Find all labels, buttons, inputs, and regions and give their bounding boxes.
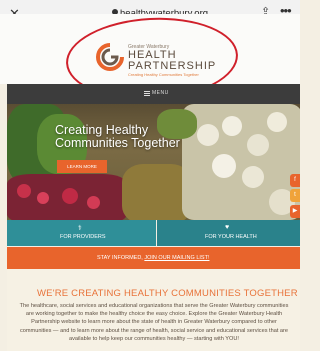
mailing-list-banner: STAY INFORMED, JOIN OUR MAILING LIST! — [7, 247, 300, 269]
youtube-glyph: ▶ — [292, 208, 298, 214]
section-paragraph: The healthcare, social services and educ… — [19, 303, 289, 342]
tab-for-your-health[interactable]: ♥ FOR YOUR HEALTH — [157, 220, 300, 246]
vegetable-decoration — [247, 134, 269, 156]
vegetable-decoration — [212, 154, 236, 178]
heart-icon: ♥ — [225, 224, 230, 231]
learn-more-button[interactable]: LEARN MORE — [57, 160, 107, 173]
menu-label[interactable]: MENU — [152, 90, 169, 96]
facebook-icon[interactable]: f — [290, 174, 300, 187]
vegetable-decoration — [62, 188, 78, 204]
youtube-icon[interactable]: ▶ — [290, 205, 300, 218]
menu-bar[interactable]: MENU — [7, 84, 300, 104]
intro-section: WE'RE CREATING HEALTHY COMMUNITIES TOGET… — [7, 269, 300, 351]
vegetable-decoration — [17, 184, 31, 198]
vegetable-decoration — [37, 192, 49, 204]
twitter-glyph: t — [294, 192, 296, 198]
mailing-list-link[interactable]: JOIN OUR MAILING LIST! — [144, 255, 209, 261]
hamburger-icon[interactable] — [144, 91, 150, 96]
vegetable-decoration — [222, 116, 242, 136]
vegetable-decoration — [197, 124, 219, 146]
hero-title: Creating Healthy Communities Together — [55, 124, 180, 150]
facebook-glyph: f — [294, 177, 296, 183]
mailing-list-text: STAY INFORMED, JOIN OUR MAILING LIST! — [97, 255, 209, 261]
hero-title-line-2: Communities Together — [55, 136, 180, 150]
twitter-icon[interactable]: t — [290, 189, 300, 202]
stethoscope-icon: ⚕ — [78, 225, 82, 232]
vegetable-decoration — [267, 112, 287, 132]
site-header: Greater Waterbury HEALTH PARTNERSHIP Cre… — [0, 13, 300, 105]
vegetable-decoration — [242, 166, 264, 188]
tab-for-providers[interactable]: ⚕ FOR PROVIDERS — [7, 220, 156, 246]
tab-label-providers: FOR PROVIDERS — [60, 234, 106, 240]
hero-banner: Creating Healthy Communities Together LE… — [7, 104, 300, 220]
mailing-prefix: STAY INFORMED, — [97, 255, 143, 261]
vegetable-decoration — [87, 196, 100, 209]
tab-label-health: FOR YOUR HEALTH — [205, 234, 257, 240]
section-heading: WE'RE CREATING HEALTHY COMMUNITIES TOGET… — [37, 288, 298, 299]
